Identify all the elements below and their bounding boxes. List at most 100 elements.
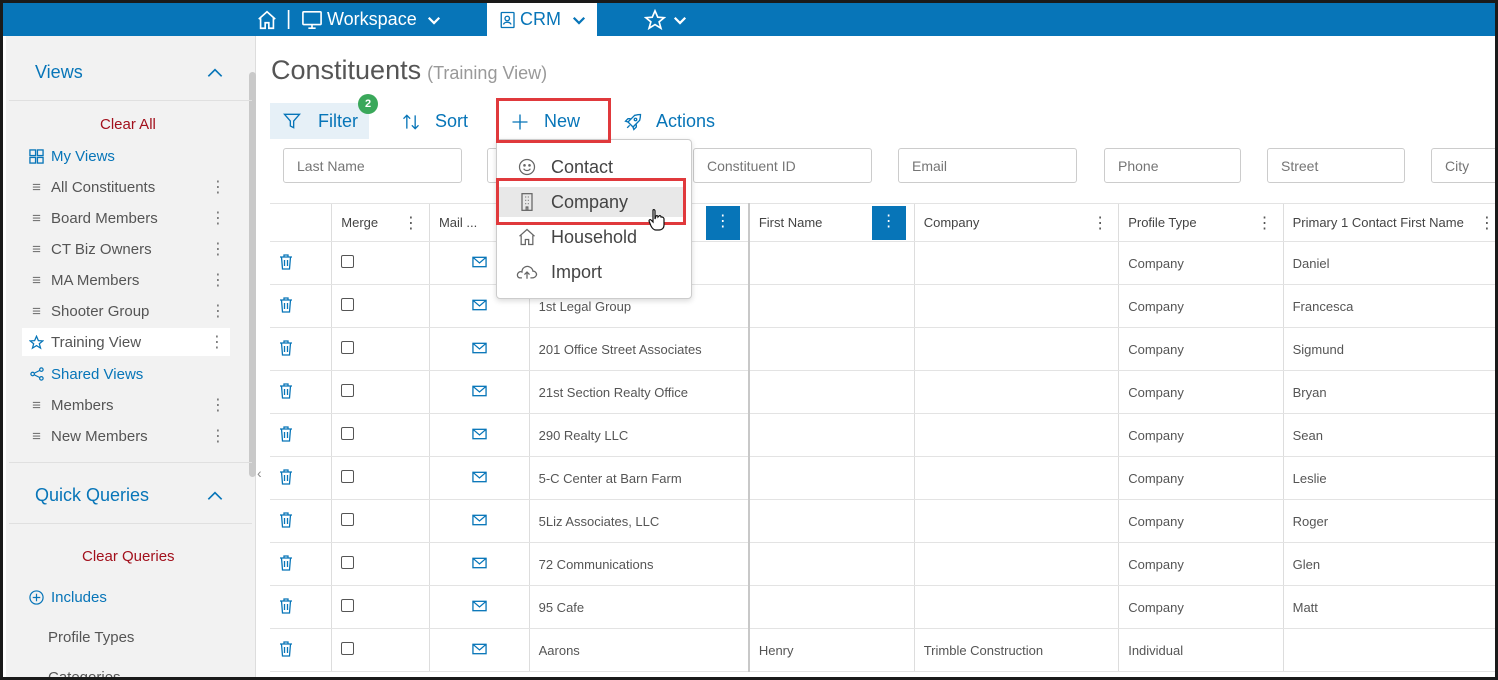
favorites-menu[interactable] <box>644 3 689 36</box>
name-cell[interactable]: 95 Cafe <box>528 585 749 629</box>
sidebar-item-all-constituents[interactable]: ≡ All Constituents ⋮ <box>26 173 231 201</box>
trash-icon[interactable] <box>279 425 293 442</box>
table-row[interactable]: Aarons Henry Trimble Construction Individua… <box>270 628 1495 672</box>
sidebar-item-members[interactable]: ≡ Members ⋮ <box>26 391 231 419</box>
trash-icon[interactable] <box>279 640 293 657</box>
table-row[interactable]: Company Daniel <box>270 241 1495 285</box>
company-cell[interactable] <box>913 327 1119 371</box>
envelope-icon[interactable] <box>472 428 487 440</box>
table-row[interactable]: 290 Realty LLC Company Sean <box>270 413 1495 457</box>
email-field[interactable] <box>898 148 1077 183</box>
merge-checkbox[interactable] <box>341 298 355 311</box>
more-options-icon[interactable]: ⋮ <box>210 395 226 415</box>
trash-icon[interactable] <box>279 296 293 313</box>
home-icon[interactable] <box>256 3 278 36</box>
merge-checkbox[interactable] <box>341 427 355 440</box>
views-title[interactable]: Views <box>35 62 83 83</box>
sidebar-item-shooter-group[interactable]: ≡ Shooter Group ⋮ <box>26 297 231 325</box>
sidebar-item-ct-biz-owners[interactable]: ≡ CT Biz Owners ⋮ <box>26 235 231 263</box>
merge-checkbox[interactable] <box>341 341 355 354</box>
envelope-icon[interactable] <box>472 256 487 268</box>
table-row[interactable]: 201 Office Street Associates Company Sigmu… <box>270 327 1495 371</box>
more-options-icon[interactable]: ⋮ <box>210 301 226 321</box>
company-cell[interactable] <box>913 284 1119 328</box>
name-cell[interactable]: Aarons <box>528 628 749 672</box>
header-profile-type[interactable]: Profile Type ⋮ <box>1118 203 1284 242</box>
city-field[interactable] <box>1431 148 1495 183</box>
header-company[interactable]: Company ⋮ <box>913 203 1119 242</box>
merge-checkbox[interactable] <box>341 470 355 483</box>
envelope-icon[interactable] <box>472 557 487 569</box>
envelope-icon[interactable] <box>472 471 487 483</box>
envelope-icon[interactable] <box>472 600 487 612</box>
company-cell[interactable] <box>913 542 1119 586</box>
filter-button[interactable]: Filter <box>270 103 369 139</box>
quick-queries-title[interactable]: Quick Queries <box>35 485 149 506</box>
column-menu-icon[interactable]: ⋮ <box>1257 213 1273 233</box>
envelope-icon[interactable] <box>472 342 487 354</box>
categories-item[interactable]: Categories <box>48 663 253 678</box>
name-cell[interactable]: 72 Communications <box>528 542 749 586</box>
merge-checkbox[interactable] <box>341 599 355 612</box>
merge-checkbox[interactable] <box>341 255 355 268</box>
more-options-icon[interactable]: ⋮ <box>210 270 226 290</box>
table-row[interactable]: 95 Cafe Company Matt <box>270 585 1495 629</box>
actions-button[interactable]: Actions <box>623 103 715 140</box>
company-cell[interactable] <box>913 499 1119 543</box>
envelope-icon[interactable] <box>472 385 487 397</box>
trash-icon[interactable] <box>279 253 293 270</box>
workspace-menu[interactable]: Workspace <box>301 3 443 36</box>
column-menu-icon[interactable]: ⋮ <box>1092 213 1108 233</box>
name-cell[interactable]: 201 Office Street Associates <box>528 327 749 371</box>
company-cell[interactable] <box>913 241 1119 285</box>
merge-checkbox[interactable] <box>341 513 355 526</box>
sidebar-item-ma-members[interactable]: ≡ MA Members ⋮ <box>26 266 231 294</box>
trash-icon[interactable] <box>279 597 293 614</box>
table-row[interactable]: 5Liz Associates, LLC Company Roger <box>270 499 1495 543</box>
sidebar-item-training-view[interactable]: Training View ⋮ <box>22 328 230 356</box>
header-first-name[interactable]: First Name ⋮ <box>747 203 915 242</box>
more-options-icon[interactable]: ⋮ <box>210 177 226 197</box>
merge-checkbox[interactable] <box>341 384 355 397</box>
my-views-item[interactable]: My Views <box>26 142 231 170</box>
envelope-icon[interactable] <box>472 643 487 655</box>
company-cell[interactable] <box>913 456 1119 500</box>
chevron-up-icon[interactable] <box>205 63 225 83</box>
clear-queries-link[interactable]: Clear Queries <box>82 548 175 565</box>
crm-menu[interactable]: CRM <box>487 3 597 36</box>
includes-item[interactable]: Includes <box>26 583 231 611</box>
trash-icon[interactable] <box>279 511 293 528</box>
envelope-icon[interactable] <box>472 514 487 526</box>
menu-item-household[interactable]: Household <box>515 222 637 252</box>
column-menu-icon[interactable]: ⋮ <box>705 206 740 240</box>
sidebar-item-new-members[interactable]: ≡ New Members ⋮ <box>26 422 231 450</box>
header-merge[interactable]: Merge ⋮ <box>331 203 430 242</box>
table-row[interactable]: 1st Legal Group Company Francesca <box>270 284 1495 328</box>
column-menu-icon[interactable]: ⋮ <box>1479 213 1495 233</box>
trash-icon[interactable] <box>279 339 293 356</box>
envelope-icon[interactable] <box>472 299 487 311</box>
column-menu-icon[interactable]: ⋮ <box>871 206 906 240</box>
more-options-icon[interactable]: ⋮ <box>210 239 226 259</box>
sidebar-item-board-members[interactable]: ≡ Board Members ⋮ <box>26 204 231 232</box>
profile-types-item[interactable]: Profile Types <box>48 623 253 651</box>
street-field[interactable] <box>1267 148 1405 183</box>
name-cell[interactable]: 5-C Center at Barn Farm <box>528 456 749 500</box>
name-cell[interactable]: 290 Realty LLC <box>528 413 749 457</box>
trash-icon[interactable] <box>279 382 293 399</box>
company-cell[interactable] <box>913 585 1119 629</box>
more-options-icon[interactable]: ⋮ <box>210 208 226 228</box>
collapse-sidebar-icon[interactable]: ‹ <box>257 465 262 481</box>
constituent-id-field[interactable] <box>693 148 872 183</box>
merge-checkbox[interactable] <box>341 556 355 569</box>
company-cell[interactable] <box>913 370 1119 414</box>
clear-all-link[interactable]: Clear All <box>100 116 156 133</box>
name-cell[interactable]: 21st Section Realty Office <box>528 370 749 414</box>
company-cell[interactable] <box>913 413 1119 457</box>
chevron-up-icon[interactable] <box>205 486 225 506</box>
more-options-icon[interactable]: ⋮ <box>209 332 225 352</box>
merge-checkbox[interactable] <box>341 642 355 655</box>
name-cell[interactable]: 5Liz Associates, LLC <box>528 499 749 543</box>
table-row[interactable]: 21st Section Realty Office Company Bryan <box>270 370 1495 414</box>
menu-item-import[interactable]: Import <box>515 257 602 287</box>
